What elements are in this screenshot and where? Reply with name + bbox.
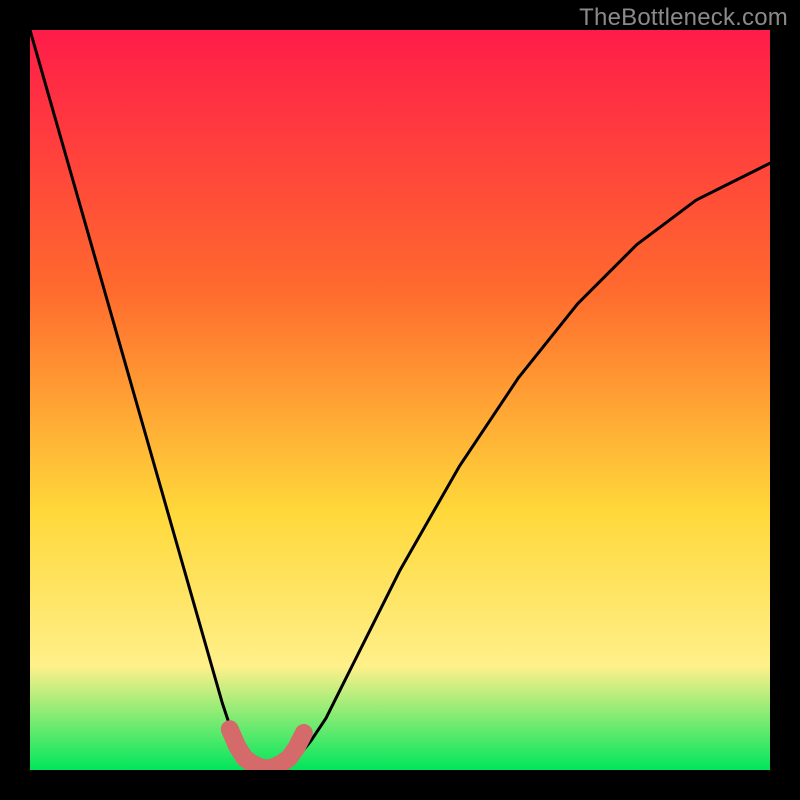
watermark-text: TheBottleneck.com bbox=[579, 4, 788, 32]
bottleneck-curve-layer bbox=[30, 30, 770, 770]
plot-area bbox=[30, 30, 770, 770]
bottleneck-curve bbox=[30, 30, 770, 769]
optimum-marker bbox=[230, 729, 304, 768]
chart-frame: TheBottleneck.com bbox=[0, 0, 800, 800]
